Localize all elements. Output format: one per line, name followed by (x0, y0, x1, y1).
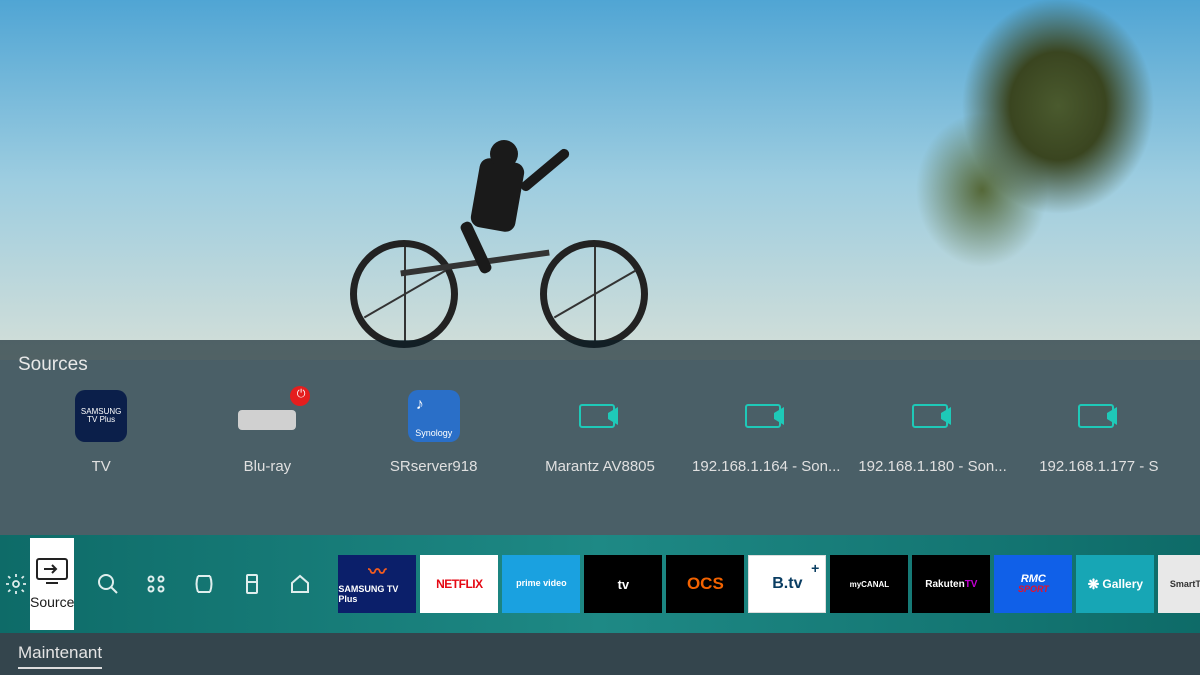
launcher-bar: Source SAMSUNG TV Plus NETFLIX prime vid… (0, 535, 1200, 633)
app-label: B.tv (772, 575, 802, 593)
app-row: SAMSUNG TV Plus NETFLIX prime video tv O… (338, 555, 1200, 613)
app-label: SAMSUNG TV Plus (338, 585, 416, 605)
app-smartthings[interactable]: SmartThings (1158, 555, 1200, 613)
source-label: 192.168.1.177 - S (1039, 458, 1158, 475)
app-label: tv (618, 577, 630, 592)
app-rmc-sport[interactable]: RMCSPORT (994, 555, 1072, 613)
hdmi-device-icon (740, 390, 792, 442)
source-button-label: Source (30, 594, 74, 610)
sources-panel: Sources SAMSUNGTV Plus TV Blu-ray Synolo… (0, 340, 1200, 535)
app-netflix[interactable]: NETFLIX (420, 555, 498, 613)
app-label: NETFLIX (436, 577, 483, 591)
app-label: SmartThings (1170, 579, 1200, 589)
source-label: SRserver918 (390, 458, 478, 475)
app-label: myCANAL (850, 580, 890, 589)
app-apple-tv[interactable]: tv (584, 555, 662, 613)
hdmi-device-icon (1073, 390, 1125, 442)
synology-icon: Synology (408, 390, 460, 442)
app-label: prime video (516, 579, 567, 589)
nav-icons (80, 562, 328, 606)
ambient-button[interactable] (180, 562, 228, 606)
app-btv[interactable]: B.tv (748, 555, 826, 613)
source-item-marantz[interactable]: Marantz AV8805 (517, 390, 683, 475)
sources-title: Sources (18, 354, 1182, 376)
search-button[interactable] (84, 562, 132, 606)
app-mycanal[interactable]: myCANAL (830, 555, 908, 613)
source-button-selected[interactable]: Source (30, 538, 74, 630)
fridge-button[interactable] (228, 562, 276, 606)
bluray-device-icon (238, 410, 296, 430)
source-label: Blu-ray (244, 458, 292, 475)
samsung-tvplus-icon: SAMSUNGTV Plus (75, 390, 127, 442)
now-label: Maintenant (18, 643, 102, 663)
source-label: 192.168.1.164 - Son... (692, 458, 840, 475)
app-gallery[interactable]: Gallery (1076, 555, 1154, 613)
source-item-srserver[interactable]: Synology SRserver918 (351, 390, 517, 475)
home-button[interactable] (276, 562, 324, 606)
source-item-tv[interactable]: SAMSUNGTV Plus TV (18, 390, 184, 475)
app-label: SPORT (1018, 585, 1049, 593)
sources-row: SAMSUNGTV Plus TV Blu-ray Synology SRser… (18, 390, 1182, 475)
tree-graphic (830, 0, 1200, 360)
source-item-net-177[interactable]: 192.168.1.177 - S (1016, 390, 1182, 475)
app-samsung-tv-plus[interactable]: SAMSUNG TV Plus (338, 555, 416, 613)
source-item-net-164[interactable]: 192.168.1.164 - Son... (683, 390, 849, 475)
background-scene (0, 0, 1200, 360)
cyclist-graphic (350, 110, 670, 350)
source-label: Marantz AV8805 (545, 458, 655, 475)
source-label: 192.168.1.180 - Son... (858, 458, 1006, 475)
source-input-icon (36, 558, 68, 584)
app-label: Rakuten (925, 579, 964, 590)
app-label: Gallery (1102, 577, 1143, 591)
settings-button[interactable] (4, 562, 28, 606)
source-item-bluray[interactable]: Blu-ray (184, 390, 350, 475)
apps-button[interactable] (132, 562, 180, 606)
now-panel: Maintenant (0, 633, 1200, 675)
hdmi-device-icon (574, 390, 626, 442)
app-prime-video[interactable]: prime video (502, 555, 580, 613)
app-label: OCS (687, 574, 724, 594)
app-rakuten-tv[interactable]: RakutenTV (912, 555, 990, 613)
app-label: TV (965, 579, 978, 590)
source-item-net-180[interactable]: 192.168.1.180 - Son... (849, 390, 1015, 475)
hdmi-device-icon (907, 390, 959, 442)
source-label: TV (92, 458, 111, 475)
app-ocs[interactable]: OCS (666, 555, 744, 613)
